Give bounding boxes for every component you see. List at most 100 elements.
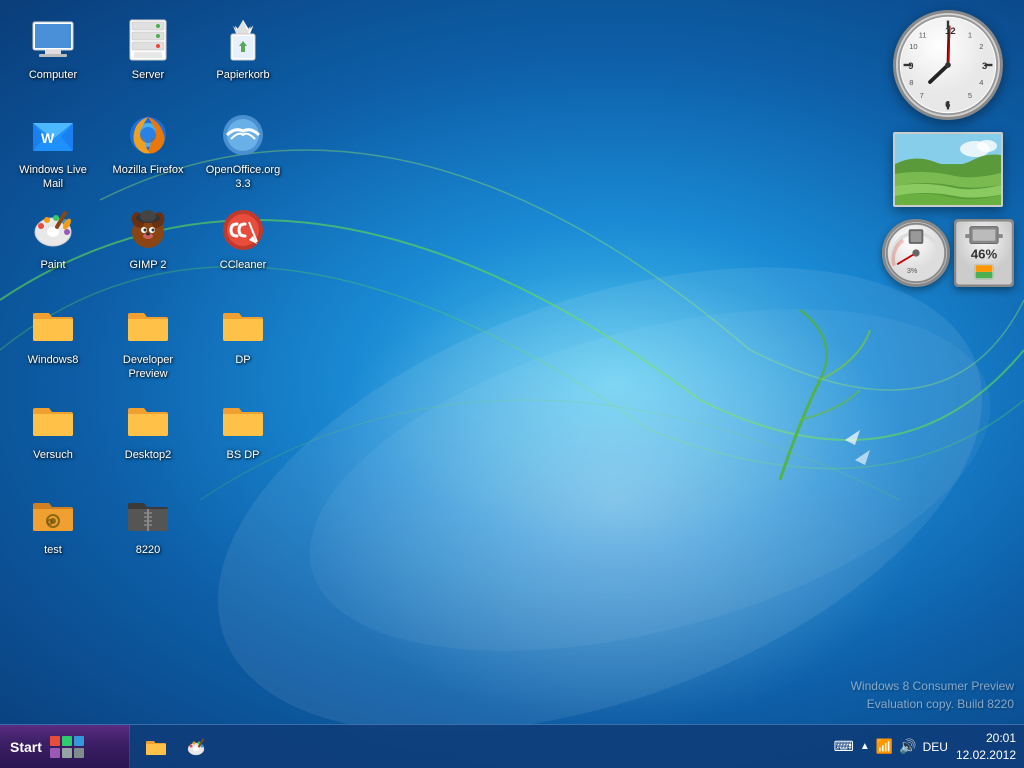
sound-tray-icon[interactable]: 🔊 — [899, 738, 916, 755]
desktop-icon-test[interactable]: ⚙ test — [10, 485, 96, 575]
folder-desktop2-icon — [124, 396, 172, 444]
cpu-gauge[interactable]: 3% — [882, 219, 950, 287]
watermark: Windows 8 Consumer Preview Evaluation co… — [851, 677, 1014, 713]
tray-clock[interactable]: 20:01 12.02.2012 — [956, 730, 1016, 764]
tray-date: 12.02.2012 — [956, 747, 1016, 764]
memory-gauge[interactable]: 46% — [954, 219, 1014, 287]
ccleaner-icon — [219, 206, 267, 254]
gimp-icon — [124, 206, 172, 254]
widgets-area: 12 6 3 9 1 2 4 5 7 8 10 11 — [882, 10, 1014, 287]
desktop: Computer Server — [0, 0, 1024, 768]
server-label: Server — [132, 68, 164, 82]
svg-text:9: 9 — [908, 61, 913, 72]
start-tile-1 — [50, 736, 60, 746]
start-label: Start — [10, 739, 42, 755]
ccleaner-label: CCleaner — [220, 258, 266, 272]
svg-text:3%: 3% — [907, 266, 918, 275]
start-tile-4 — [50, 748, 60, 758]
folder-bs-dp-icon — [219, 396, 267, 444]
gimp-label: GIMP 2 — [129, 258, 166, 272]
desktop-icon-paint[interactable]: Paint — [10, 200, 96, 290]
versuch-label: Versuch — [33, 448, 73, 462]
svg-text:7: 7 — [920, 91, 924, 100]
desktop-icon-mozilla-firefox[interactable]: Mozilla Firefox — [105, 105, 191, 195]
taskbar: Start — [0, 724, 1024, 768]
svg-text:2: 2 — [979, 42, 983, 51]
taskbar-paint-icon[interactable] — [178, 729, 214, 765]
folder-windows8-icon — [29, 301, 77, 349]
network-tray-icon[interactable]: 📶 — [876, 738, 893, 755]
taskbar-pinned — [130, 729, 826, 765]
paint-icon — [29, 206, 77, 254]
desktop-icon-desktop2[interactable]: Desktop2 — [105, 390, 191, 480]
system-tray: ⌨ ▲ 📶 🔊 DEU 20:01 12.02.2012 — [826, 730, 1024, 764]
watermark-line2: Evaluation copy. Build 8220 — [851, 695, 1014, 713]
svg-text:6: 6 — [945, 100, 950, 111]
folder-developer-preview-icon — [124, 301, 172, 349]
trash-icon — [219, 16, 267, 64]
server-icon — [124, 16, 172, 64]
dp-label: DP — [235, 353, 250, 367]
folder-test-icon: ⚙ — [29, 491, 77, 539]
desktop-icon-dp[interactable]: DP — [200, 295, 286, 385]
arrow-up-tray-icon[interactable]: ▲ — [860, 741, 870, 752]
tray-icons: ⌨ ▲ 📶 🔊 DEU — [834, 738, 948, 755]
openoffice-label: OpenOffice.org 3.3 — [204, 163, 282, 192]
desktop-icons-container: Computer Server — [10, 10, 290, 575]
start-tile-6 — [74, 748, 84, 758]
start-tile-3 — [74, 736, 84, 746]
mail-label: Windows Live Mail — [14, 163, 92, 192]
desktop-icon-server[interactable]: Server — [105, 10, 191, 100]
keyboard-tray-icon[interactable]: ⌨ — [834, 738, 854, 755]
start-button[interactable]: Start — [0, 725, 130, 768]
clock-widget[interactable]: 12 6 3 9 1 2 4 5 7 8 10 11 — [893, 10, 1003, 120]
folder-dp-icon — [219, 301, 267, 349]
folder-8220-icon — [124, 491, 172, 539]
svg-text:3: 3 — [982, 61, 987, 72]
firefox-label: Mozilla Firefox — [113, 163, 184, 177]
svg-text:1: 1 — [968, 31, 972, 40]
svg-text:10: 10 — [909, 42, 917, 51]
8220-label: 8220 — [136, 543, 160, 557]
desktop2-label: Desktop2 — [125, 448, 171, 462]
paint-label: Paint — [40, 258, 65, 272]
computer-icon — [29, 16, 77, 64]
photo-widget[interactable] — [893, 132, 1003, 207]
taskbar-explorer-icon[interactable] — [138, 729, 174, 765]
gauge-widget[interactable]: 3% — [882, 219, 1014, 287]
desktop-icon-ccleaner[interactable]: CCleaner — [200, 200, 286, 290]
svg-text:4: 4 — [979, 78, 983, 87]
desktop-icon-8220[interactable]: 8220 — [105, 485, 191, 575]
folder-versuch-icon — [29, 396, 77, 444]
svg-text:8: 8 — [909, 78, 913, 87]
developer-preview-label: Developer Preview — [109, 353, 187, 382]
test-label: test — [44, 543, 62, 557]
openoffice-icon — [219, 111, 267, 159]
start-tile-2 — [62, 736, 72, 746]
svg-text:46%: 46% — [971, 247, 998, 262]
desktop-icon-gimp[interactable]: GIMP 2 — [105, 200, 191, 290]
start-tiles — [50, 736, 84, 758]
watermark-line1: Windows 8 Consumer Preview — [851, 677, 1014, 695]
svg-text:W: W — [41, 130, 55, 146]
windows8-label: Windows8 — [28, 353, 79, 367]
desktop-icon-windows8[interactable]: Windows8 — [10, 295, 96, 385]
bs-dp-label: BS DP — [226, 448, 259, 462]
svg-text:5: 5 — [968, 91, 972, 100]
desktop-icon-computer[interactable]: Computer — [10, 10, 96, 100]
svg-text:⚙: ⚙ — [46, 517, 53, 528]
firefox-icon — [124, 111, 172, 159]
desktop-icon-papierkorb[interactable]: Papierkorb — [200, 10, 286, 100]
desktop-icon-versuch[interactable]: Versuch — [10, 390, 96, 480]
start-tile-5 — [62, 748, 72, 758]
language-tray-label[interactable]: DEU — [923, 740, 948, 754]
mail-icon: W — [29, 111, 77, 159]
papierkorb-label: Papierkorb — [216, 68, 269, 82]
desktop-icon-bs-dp[interactable]: BS DP — [200, 390, 286, 480]
desktop-icon-windows-live-mail[interactable]: W Windows Live Mail — [10, 105, 96, 195]
tray-time: 20:01 — [986, 730, 1016, 747]
desktop-icon-openoffice[interactable]: OpenOffice.org 3.3 — [200, 105, 286, 195]
computer-label: Computer — [29, 68, 77, 82]
svg-text:11: 11 — [919, 31, 927, 40]
desktop-icon-developer-preview[interactable]: Developer Preview — [105, 295, 191, 385]
